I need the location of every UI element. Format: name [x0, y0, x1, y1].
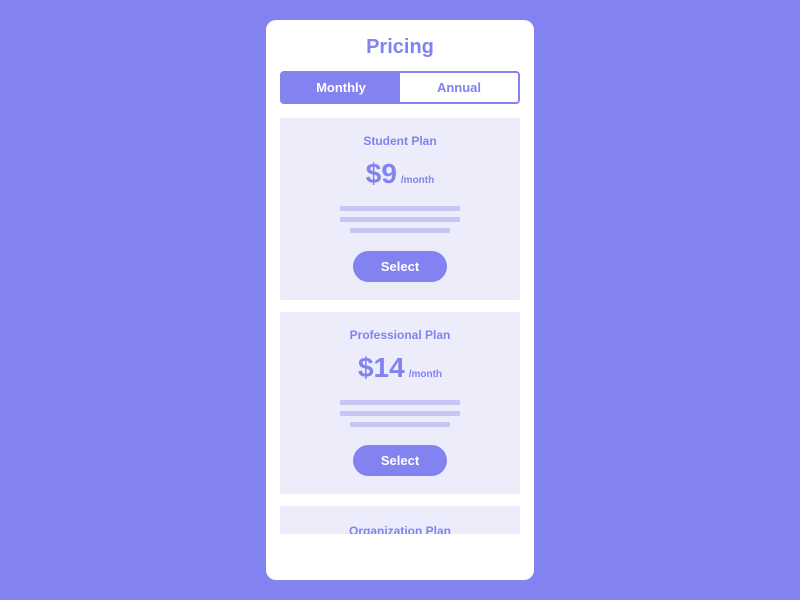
page-title: Pricing [280, 36, 520, 59]
billing-toggle: Monthly Annual [280, 71, 520, 104]
select-button-professional[interactable]: Select [353, 445, 447, 476]
toggle-annual[interactable]: Annual [400, 73, 518, 102]
plan-price-row: $9 /month [300, 158, 500, 190]
select-button-student[interactable]: Select [353, 251, 447, 282]
plan-price: $9 [366, 158, 397, 190]
plan-list: Student Plan $9 /month Select Profession… [280, 118, 520, 534]
plan-period: /month [409, 369, 442, 380]
placeholder-line [350, 422, 450, 427]
plan-period: /month [401, 175, 434, 186]
plan-card-student: Student Plan $9 /month Select [280, 118, 520, 300]
plan-price-row: $14 /month [300, 352, 500, 384]
plan-name: Professional Plan [300, 328, 500, 342]
plan-price: $14 [358, 352, 405, 384]
plan-feature-placeholder [300, 400, 500, 427]
plan-card-professional: Professional Plan $14 /month Select [280, 312, 520, 494]
pricing-panel: Pricing Monthly Annual Student Plan $9 /… [266, 20, 534, 580]
placeholder-line [350, 228, 450, 233]
plan-card-organization: Organization Plan [280, 506, 520, 534]
plan-name: Student Plan [300, 134, 500, 148]
placeholder-line [340, 411, 460, 416]
plan-name: Organization Plan [300, 524, 500, 534]
placeholder-line [340, 217, 460, 222]
placeholder-line [340, 206, 460, 211]
toggle-monthly[interactable]: Monthly [282, 73, 400, 102]
placeholder-line [340, 400, 460, 405]
plan-feature-placeholder [300, 206, 500, 233]
